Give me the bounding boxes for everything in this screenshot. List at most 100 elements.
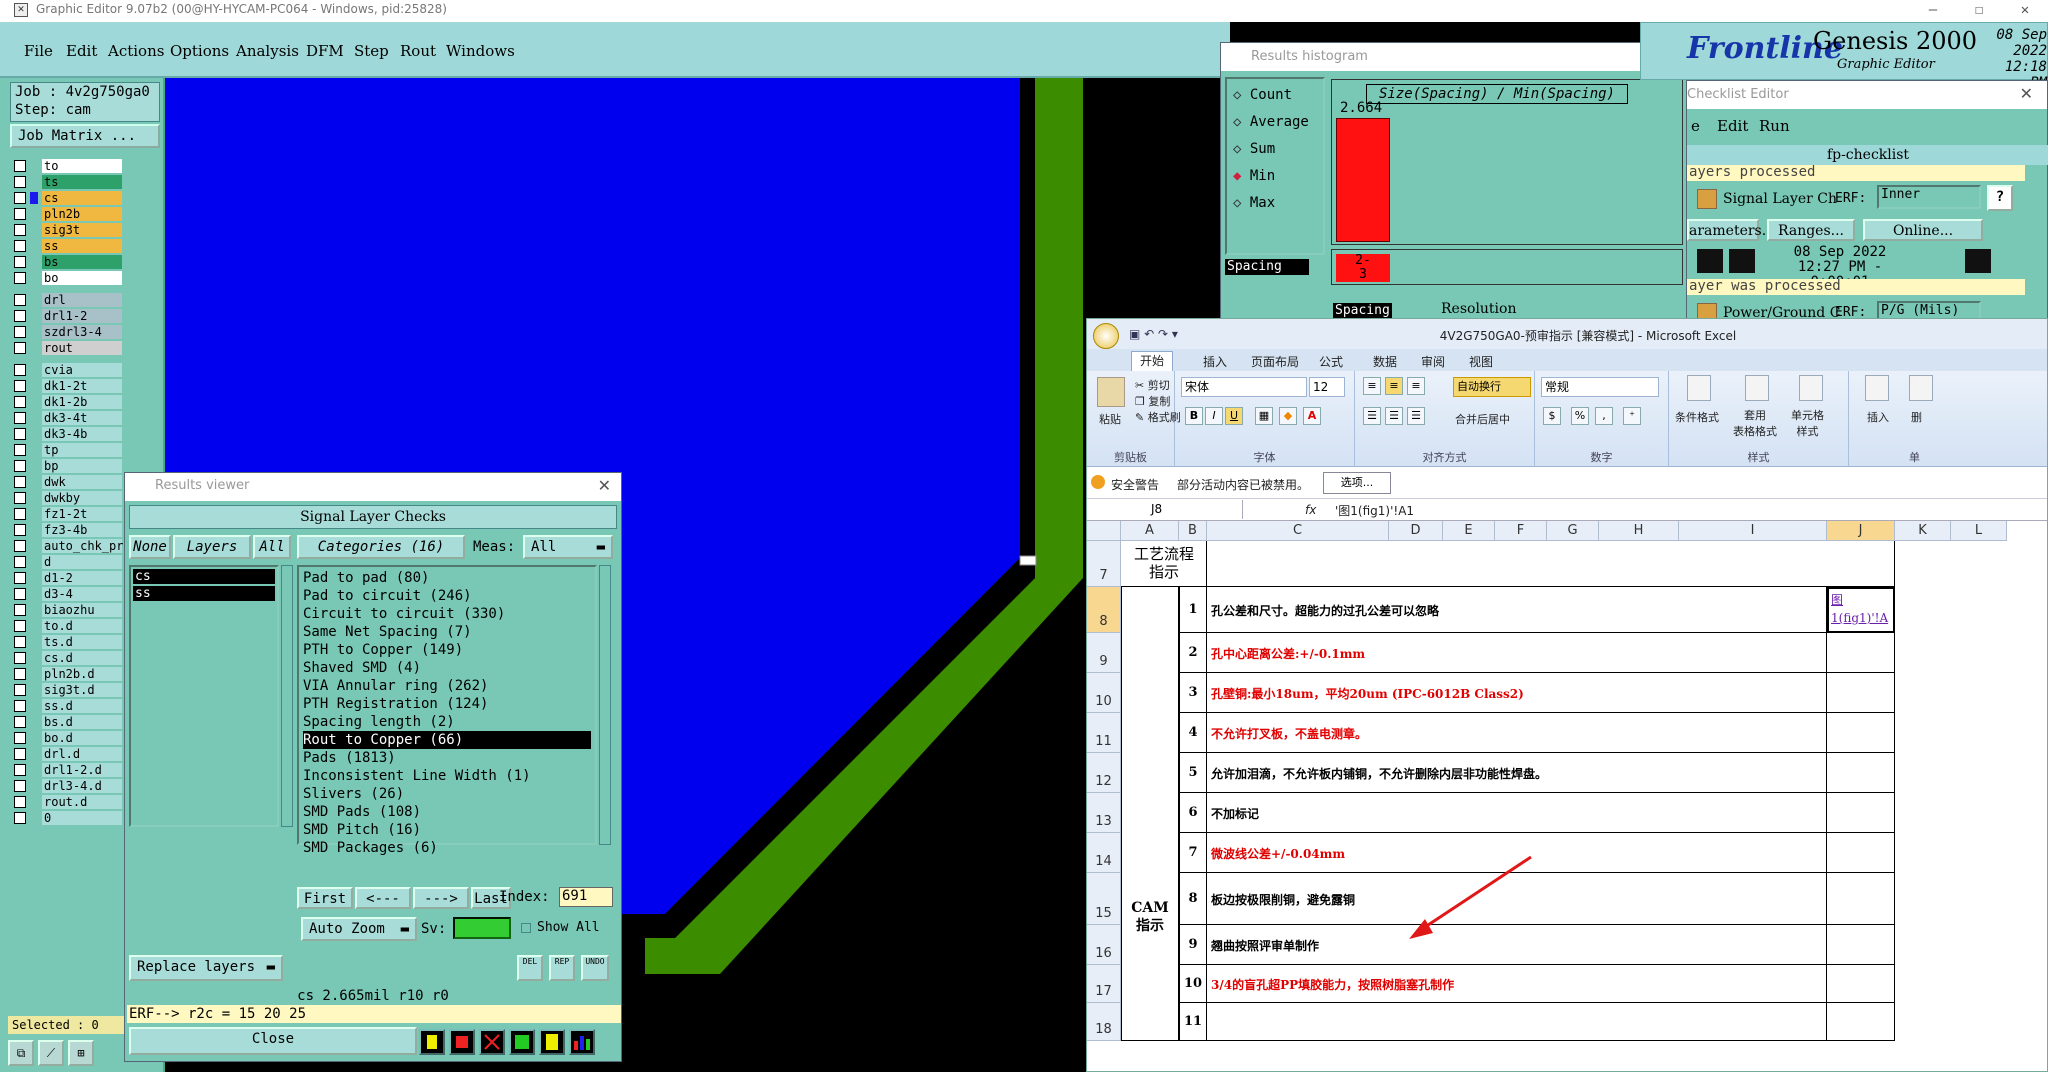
align-middle-icon[interactable]: ≡ — [1385, 377, 1403, 395]
conditional-format-label[interactable]: 条件格式 — [1675, 409, 1719, 425]
layer-row[interactable]: d — [14, 554, 122, 569]
layer-row[interactable]: bo — [14, 270, 122, 285]
layer-name[interactable]: to.d — [42, 618, 122, 633]
layer-row[interactable]: ss.d — [14, 698, 122, 713]
format-painter-button[interactable]: ✎ 格式刷 — [1135, 409, 1181, 425]
table-row-number-cell[interactable]: 9 — [1179, 925, 1207, 965]
layer-checkbox[interactable] — [14, 731, 26, 744]
security-options-button[interactable]: 选项... — [1323, 472, 1391, 494]
layer-name[interactable]: ts.d — [42, 634, 122, 649]
close-icon[interactable]: ✕ — [598, 476, 611, 495]
layer-row[interactable]: to — [14, 158, 122, 173]
table-row-number-cell[interactable]: 4 — [1179, 713, 1207, 753]
menu-actions[interactable]: Actions — [108, 42, 164, 60]
column-header[interactable]: H — [1599, 521, 1679, 541]
text-icon[interactable] — [419, 1029, 445, 1055]
category-item[interactable]: Inconsistent Line Width (1) — [303, 767, 591, 785]
layer-checkbox[interactable] — [14, 459, 26, 472]
layer-row[interactable]: d1-2 — [14, 570, 122, 585]
layer-checkbox[interactable] — [14, 309, 26, 322]
auto-zoom-dropdown[interactable]: Auto Zoom ▬ — [301, 917, 417, 941]
layer-checkbox[interactable] — [14, 411, 26, 424]
layer-row[interactable]: d3-4 — [14, 586, 122, 601]
layer-checkbox[interactable] — [14, 795, 26, 808]
layer-name[interactable]: drl1-2 — [42, 308, 122, 323]
delete-cells-label[interactable]: 删 — [1911, 409, 1922, 425]
layer-row[interactable]: auto_chk_pr — [14, 538, 123, 553]
column-header[interactable]: B — [1179, 521, 1207, 541]
layer-name[interactable]: to — [42, 158, 122, 173]
first-button[interactable]: First — [297, 887, 353, 909]
layer-row[interactable]: drl1-2.d — [14, 762, 122, 777]
layer-checkbox[interactable] — [14, 341, 26, 354]
layer-row[interactable]: tp — [14, 442, 122, 457]
layer-name[interactable]: ts — [42, 174, 122, 189]
menu-windows[interactable]: Windows — [446, 42, 515, 60]
align-left-icon[interactable]: ☰ — [1363, 407, 1381, 425]
layer-name[interactable]: d — [42, 554, 122, 569]
layer-name[interactable]: szdrl3-4 — [42, 324, 122, 339]
undo-button[interactable]: UNDO — [581, 955, 609, 981]
layer-row[interactable]: bs — [14, 254, 122, 269]
font-color-icon[interactable]: A — [1303, 407, 1321, 425]
column-header[interactable]: E — [1443, 521, 1495, 541]
formula-input[interactable]: '图1(fig1)'!A1 — [1335, 502, 1414, 519]
table-row[interactable]: 不允许打叉板，不盖电测章。 — [1207, 713, 1827, 753]
layer-name[interactable]: cs — [42, 190, 122, 205]
zoom-icon[interactable] — [1965, 249, 1991, 273]
row-header[interactable]: 18 — [1087, 1003, 1121, 1041]
index-field[interactable]: 691 — [559, 887, 613, 907]
layer-row[interactable]: fz1-2t — [14, 506, 122, 521]
tab-home[interactable]: 开始 — [1131, 351, 1174, 371]
table-row-number-cell[interactable]: 7 — [1179, 833, 1207, 873]
layer-checkbox[interactable] — [14, 475, 26, 488]
action-name[interactable]: Signal Layer Ch — [1723, 191, 1837, 207]
categories-button[interactable]: Categories (16) — [297, 535, 465, 559]
align-center-icon[interactable]: ☰ — [1385, 407, 1403, 425]
name-box[interactable]: J8 — [1089, 500, 1243, 519]
layer-row[interactable]: bo.d — [14, 730, 122, 745]
layer-name[interactable]: dk3-4b — [42, 426, 122, 441]
cut-button[interactable]: ✂ 剪切 — [1135, 377, 1170, 393]
increase-decimal-icon[interactable]: ⁺ — [1623, 407, 1641, 425]
layer-row[interactable]: 0 — [14, 810, 122, 825]
layer-checkbox[interactable] — [14, 443, 26, 456]
layer-row[interactable]: dwkby — [14, 490, 122, 505]
font-name-box[interactable]: 宋体 — [1181, 377, 1307, 397]
select-tool-icon[interactable]: ⧉ — [8, 1040, 34, 1066]
category-item[interactable]: Circuit to circuit (330) — [303, 605, 591, 623]
paste-icon[interactable] — [1097, 377, 1125, 407]
j-cell[interactable] — [1827, 713, 1895, 753]
table-row-number-cell[interactable]: 10 — [1179, 965, 1207, 1003]
radio-max[interactable]: ◇ Max — [1233, 195, 1275, 211]
j-cell[interactable] — [1827, 793, 1895, 833]
j-cell[interactable] — [1827, 873, 1895, 925]
count-icon[interactable] — [509, 1029, 535, 1055]
j-cell[interactable] — [1827, 753, 1895, 793]
column-header[interactable]: K — [1895, 521, 1951, 541]
layer-name[interactable]: ss — [42, 238, 122, 253]
layer-row[interactable]: szdrl3-4 — [14, 324, 122, 339]
layer-row[interactable]: rout.d — [14, 794, 122, 809]
cancel-icon[interactable] — [479, 1029, 505, 1055]
ranges-button[interactable]: Ranges... — [1767, 219, 1855, 241]
maximize-button[interactable]: ☐ — [1956, 0, 2002, 22]
column-header[interactable]: C — [1207, 521, 1389, 541]
radio-min[interactable]: ◆ Min — [1233, 168, 1275, 184]
layer-row[interactable]: drl3-4.d — [14, 778, 122, 793]
insert-cells-icon[interactable] — [1865, 375, 1889, 401]
j-cell[interactable] — [1827, 1003, 1895, 1041]
layer-name[interactable]: tp — [42, 442, 122, 457]
layer-filter-list[interactable]: cs ss — [129, 565, 279, 827]
field-selector[interactable]: Spacing — [1225, 259, 1309, 275]
row-header[interactable]: 17 — [1087, 965, 1121, 1003]
conditional-format-icon[interactable] — [1687, 375, 1711, 401]
layer-row[interactable]: sig3t.d — [14, 682, 122, 697]
delete-button[interactable]: DEL — [517, 955, 543, 981]
fill-color-icon[interactable]: ◆ — [1279, 407, 1297, 425]
layer-row[interactable]: sig3t — [14, 222, 122, 237]
j-cell[interactable] — [1827, 633, 1895, 673]
layer-row[interactable]: rout — [14, 340, 122, 355]
layer-row[interactable]: dk1-2b — [14, 394, 122, 409]
wrap-text-button[interactable]: 自动换行 — [1453, 377, 1531, 397]
